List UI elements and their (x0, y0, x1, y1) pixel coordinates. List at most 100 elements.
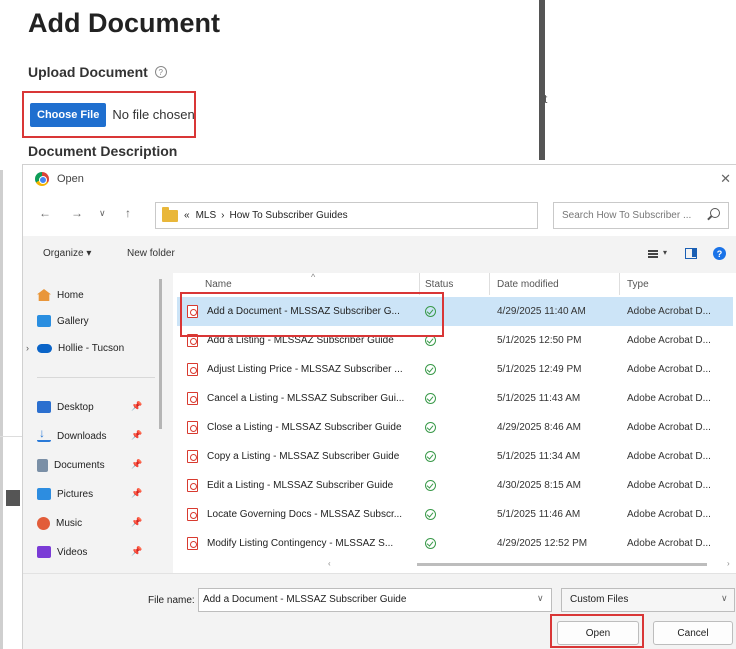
nav-item-downloads[interactable]: Downloads (37, 426, 106, 442)
back-arrow-icon[interactable]: ← (39, 206, 51, 220)
gallery-icon (37, 315, 51, 327)
background-left-edge (0, 170, 3, 649)
nav-item-pictures[interactable]: Pictures (37, 488, 93, 500)
up-arrow-icon[interactable]: ↑ (125, 206, 131, 220)
nav-item-label: Home (57, 289, 84, 301)
column-header-type[interactable]: Type (627, 279, 649, 290)
file-row[interactable]: Edit a Listing - MLSSAZ Subscriber Guide… (177, 471, 733, 500)
scroll-right-icon[interactable]: › (727, 559, 730, 568)
document-description-label: Document Description (28, 143, 178, 159)
organize-button[interactable]: Organize ▾ (43, 248, 91, 259)
file-date: 5/1/2025 12:50 PM (497, 335, 582, 346)
view-dropdown-icon[interactable]: ▾ (663, 248, 667, 257)
file-type: Adobe Acrobat D... (627, 335, 711, 346)
nav-item-hollie-tucson[interactable]: Hollie - Tucson (37, 343, 124, 354)
file-type-dropdown-icon[interactable]: ∨ (721, 593, 728, 604)
nav-item-documents[interactable]: Documents (37, 459, 105, 472)
file-row[interactable]: Close a Listing - MLSSAZ Subscriber Guid… (177, 413, 733, 442)
column-header-name[interactable]: Name (205, 279, 232, 290)
upload-document-label: Upload Document ? (28, 64, 167, 80)
recent-locations-chevron-icon[interactable]: ∨ (99, 208, 106, 219)
sort-caret-icon: ^ (311, 272, 316, 282)
file-row[interactable]: Copy a Listing - MLSSAZ Subscriber Guide… (177, 442, 733, 471)
nav-item-home[interactable]: Home (37, 289, 84, 301)
file-type: Adobe Acrobat D... (627, 538, 711, 549)
pdf-file-icon (187, 363, 198, 376)
background-rule (0, 436, 22, 437)
sync-status-icon (425, 538, 436, 549)
forward-arrow-icon[interactable]: → (71, 206, 83, 220)
breadcrumb-mls[interactable]: MLS (196, 210, 217, 221)
file-name: Copy a Listing - MLSSAZ Subscriber Guide (207, 451, 400, 462)
file-name: Adjust Listing Price - MLSSAZ Subscriber… (207, 364, 403, 375)
expand-chevron-icon[interactable]: › (26, 343, 29, 353)
dialog-titlebar: Open ✕ (23, 165, 736, 192)
new-folder-button[interactable]: New folder (127, 248, 175, 259)
sync-status-icon (425, 422, 436, 433)
file-date: 4/29/2025 11:40 AM (497, 306, 586, 317)
file-date: 5/1/2025 12:49 PM (497, 364, 582, 375)
pin-icon[interactable]: 📌 (131, 546, 142, 557)
choose-file-button[interactable]: Choose File (30, 102, 107, 127)
breadcrumb-how-to-subscriber-guides[interactable]: How To Subscriber Guides (229, 210, 347, 221)
address-bar[interactable]: « MLS › How To Subscriber Guides ∨ ↻ (155, 202, 663, 229)
help-icon[interactable]: ? (713, 247, 726, 260)
folder-icon (162, 206, 178, 222)
open-button-highlight (550, 614, 644, 648)
search-placeholder: Search How To Subscriber ... (562, 210, 692, 221)
file-row[interactable]: Locate Governing Docs - MLSSAZ Subscr...… (177, 500, 733, 529)
cloud-icon (37, 344, 52, 353)
pin-icon[interactable]: 📌 (131, 459, 142, 470)
selected-file-highlight (180, 292, 444, 337)
nav-item-label: Gallery (57, 315, 89, 327)
help-icon[interactable]: ? (154, 66, 167, 78)
nav-item-videos[interactable]: Videos (37, 546, 87, 558)
file-name-label: File name: (148, 595, 195, 606)
pin-icon[interactable]: 📌 (131, 488, 142, 499)
view-options-icon[interactable] (648, 250, 658, 258)
file-name-input[interactable]: Add a Document - MLSSAZ Subscriber Guide (198, 588, 552, 612)
column-header-status[interactable]: Status (425, 279, 453, 290)
file-name-dropdown-icon[interactable]: ∨ (537, 593, 544, 604)
close-icon[interactable]: ✕ (720, 171, 731, 187)
file-type: Adobe Acrobat D... (627, 509, 711, 520)
nav-item-gallery[interactable]: Gallery (37, 315, 89, 327)
pdf-file-icon (187, 479, 198, 492)
sync-status-icon (425, 509, 436, 520)
nav-item-label: Videos (57, 546, 88, 558)
column-separator[interactable] (489, 273, 490, 295)
file-name: Edit a Listing - MLSSAZ Subscriber Guide (207, 480, 394, 491)
cancel-button[interactable]: Cancel (653, 621, 733, 645)
file-name: Cancel a Listing - MLSSAZ Subscriber Gui… (207, 393, 405, 404)
open-file-dialog: Open ✕ ← → ∨ ↑ « MLS › How To Subscriber… (22, 164, 736, 649)
documents-icon (37, 459, 48, 472)
pin-icon[interactable]: 📌 (131, 401, 142, 412)
nav-item-desktop[interactable]: Desktop (37, 401, 94, 413)
search-icon[interactable] (710, 208, 720, 218)
preview-pane-icon[interactable] (685, 248, 697, 259)
scroll-left-icon[interactable]: ‹ (328, 559, 331, 568)
breadcrumb: MLS › How To Subscriber Guides (196, 210, 348, 221)
search-input[interactable]: Search How To Subscriber ... (553, 202, 729, 229)
file-row[interactable]: Modify Listing Contingency - MLSSAZ S...… (177, 529, 733, 558)
file-type: Adobe Acrobat D... (627, 480, 711, 491)
nav-pane-scrollbar[interactable] (159, 279, 162, 429)
column-header-date-modified[interactable]: Date modified (497, 279, 559, 290)
pin-icon[interactable]: 📌 (131, 430, 142, 441)
nav-item-music[interactable]: Music (37, 517, 82, 530)
navigation-pane: Home Gallery › Hollie - Tucson Desktop 📌… (23, 273, 170, 573)
file-row[interactable]: Cancel a Listing - MLSSAZ Subscriber Gui… (177, 384, 733, 413)
pin-icon[interactable]: 📌 (131, 517, 142, 528)
column-separator[interactable] (619, 273, 620, 295)
file-type: Adobe Acrobat D... (627, 393, 711, 404)
videos-icon (37, 546, 51, 558)
file-row[interactable]: Adjust Listing Price - MLSSAZ Subscriber… (177, 355, 733, 384)
breadcrumb-separator: › (221, 210, 225, 221)
background-fragment-text: t (544, 92, 548, 106)
file-date: 4/29/2025 8:46 AM (497, 422, 581, 433)
file-date: 5/1/2025 11:46 AM (497, 509, 581, 520)
command-bar: Organize ▾ New folder ▾ ? (23, 236, 736, 273)
horizontal-scrollbar[interactable] (417, 563, 707, 566)
file-type-select[interactable]: Custom Files (561, 588, 735, 612)
file-type: Adobe Acrobat D... (627, 422, 711, 433)
